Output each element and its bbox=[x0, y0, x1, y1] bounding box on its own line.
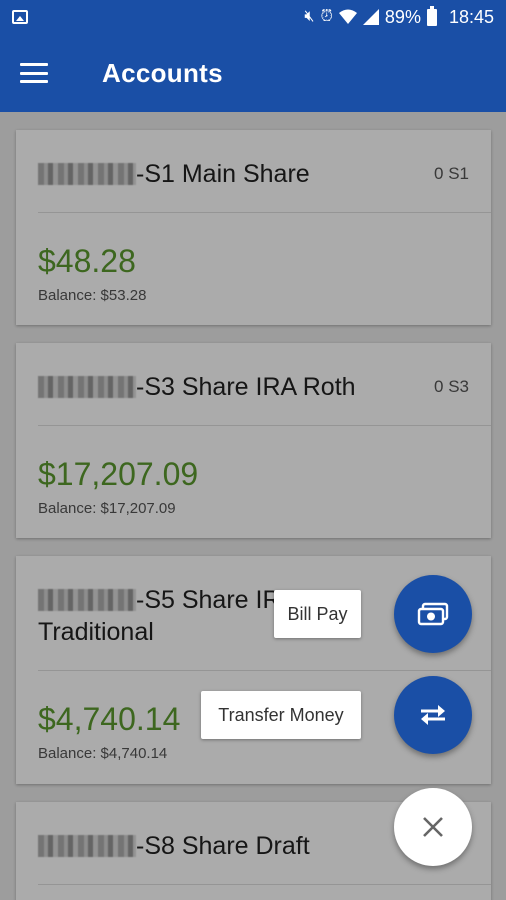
clock-time: 18:45 bbox=[448, 6, 494, 27]
money-bill-icon bbox=[417, 602, 449, 626]
status-bar: 🔇︎ ⏰︎ 89% 18:45 bbox=[0, 0, 506, 34]
page-title: Accounts bbox=[102, 57, 223, 88]
transfer-money-label[interactable]: Transfer Money bbox=[201, 691, 361, 739]
app-bar: Accounts bbox=[0, 34, 506, 112]
alarm-icon: ⏰︎ bbox=[320, 8, 333, 25]
battery-percent: 89% bbox=[384, 6, 421, 27]
transfer-money-button[interactable] bbox=[394, 676, 472, 754]
wifi-icon bbox=[338, 9, 357, 24]
signal-icon bbox=[362, 9, 379, 25]
scrim-overlay[interactable] bbox=[0, 112, 506, 900]
mute-icon: 🔇︎ bbox=[304, 8, 315, 25]
image-notification-icon bbox=[12, 10, 28, 24]
close-fab-button[interactable] bbox=[394, 788, 472, 866]
bill-pay-label[interactable]: Bill Pay bbox=[274, 590, 361, 638]
close-icon bbox=[423, 817, 443, 837]
swap-arrows-icon bbox=[421, 705, 445, 725]
bill-pay-button[interactable] bbox=[394, 575, 472, 653]
hamburger-menu-icon[interactable] bbox=[20, 63, 48, 83]
battery-icon bbox=[426, 5, 437, 26]
